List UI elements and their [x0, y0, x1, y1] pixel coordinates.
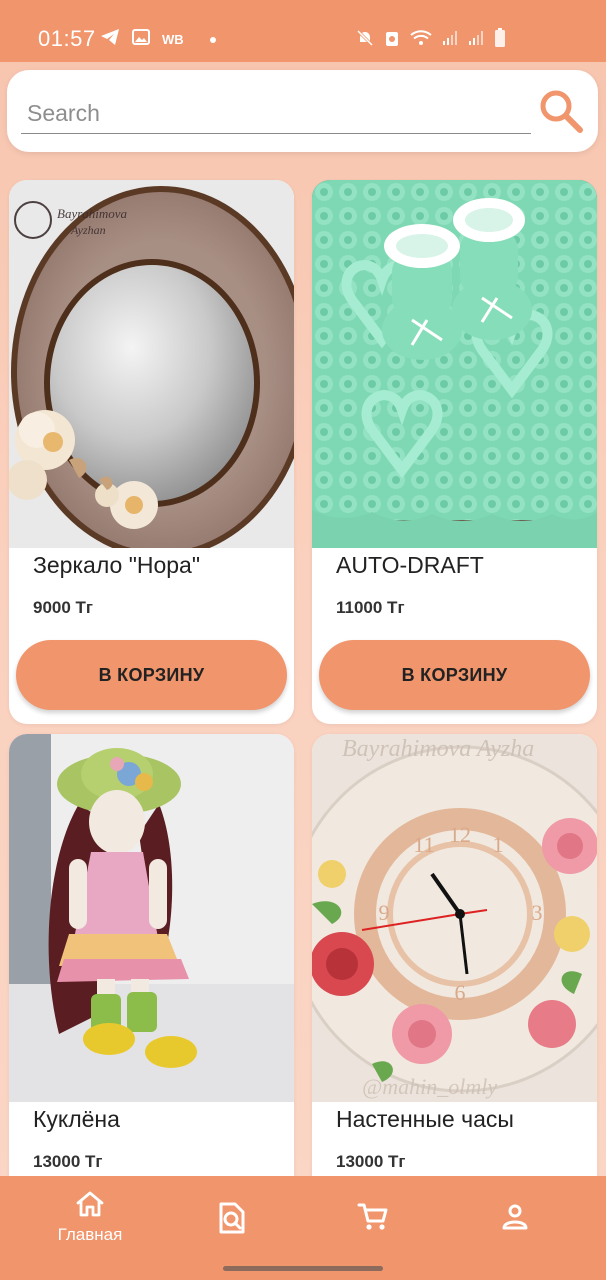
svg-text:6: 6: [455, 980, 466, 1005]
gallery-icon: [132, 29, 150, 50]
product-price: 13000 Тг: [336, 1152, 406, 1171]
product-card[interactable]: Bayrahimova Ayzhan Зеркало "Нора" 9000 Т…: [9, 180, 294, 724]
signal-icon: [442, 30, 458, 51]
product-card[interactable]: Куклёна 13000 Тг: [9, 734, 294, 1194]
status-right-icons: [356, 28, 506, 53]
mute-icon: [356, 29, 374, 52]
svg-text:Bayrahimova: Bayrahimova: [57, 206, 128, 221]
product-title: AUTO-DRAFT: [336, 552, 484, 578]
svg-text:9: 9: [379, 900, 390, 925]
product-price: 13000 Тг: [33, 1152, 103, 1171]
product-image-mirror[interactable]: Bayrahimova Ayzhan: [9, 180, 294, 558]
product-image-blanket[interactable]: [312, 180, 597, 548]
nav-item-search[interactable]: [157, 1176, 307, 1256]
add-to-cart-button[interactable]: В КОРЗИНУ: [319, 640, 590, 710]
wifi-icon: [410, 30, 432, 51]
home-icon: [75, 1190, 105, 1223]
telegram-icon: [100, 28, 120, 51]
svg-text:Ayzhan: Ayzhan: [70, 223, 106, 237]
signal-icon: [468, 30, 484, 51]
svg-text:Bayrahimova Ayzha: Bayrahimova Ayzha: [342, 736, 534, 762]
status-bar: 01:57 WB: [0, 0, 606, 62]
notification-dot: [209, 36, 216, 43]
home-indicator[interactable]: [223, 1266, 383, 1271]
product-card[interactable]: 12 3 6 9 11 1 Bayrahimova Ayzha @mahin_o…: [312, 734, 597, 1194]
alarm-icon: [384, 29, 400, 52]
status-time: 01:57: [38, 26, 96, 51]
status-left-icons: WB: [100, 28, 216, 51]
product-card[interactable]: AUTO-DRAFT 11000 Тг В КОРЗИНУ: [312, 180, 597, 724]
search-icon[interactable]: [538, 88, 584, 139]
svg-text:@mahin_olmly: @mahin_olmly: [362, 1074, 497, 1099]
search-bar: [7, 70, 598, 152]
battery-icon: [494, 28, 506, 53]
carrier-badge: WB: [162, 32, 184, 47]
add-to-cart-button[interactable]: В КОРЗИНУ: [16, 640, 287, 710]
profile-icon: [502, 1204, 528, 1235]
svg-text:1: 1: [493, 832, 504, 857]
nav-item-profile[interactable]: [440, 1176, 590, 1256]
product-price: 11000 Тг: [336, 598, 405, 617]
product-title: Зеркало "Нора": [33, 552, 201, 578]
product-price: 9000 Тг: [33, 598, 94, 617]
svg-text:3: 3: [532, 900, 543, 925]
nav-item-cart[interactable]: [298, 1176, 448, 1256]
bottom-nav: Главная: [0, 1176, 606, 1280]
nav-label-home: Главная: [57, 1225, 123, 1244]
product-title: Настенные часы: [336, 1106, 514, 1132]
nav-item-home[interactable]: Главная: [15, 1176, 165, 1256]
svg-text:12: 12: [449, 822, 471, 847]
svg-text:11: 11: [413, 832, 434, 857]
cart-icon: [357, 1202, 389, 1237]
search-input[interactable]: [21, 94, 531, 134]
product-image-clock[interactable]: 12 3 6 9 11 1 Bayrahimova Ayzha @mahin_o…: [312, 734, 597, 1102]
search-document-icon: [219, 1202, 245, 1239]
product-title: Куклёна: [33, 1106, 120, 1132]
product-image-doll[interactable]: [9, 734, 294, 1102]
